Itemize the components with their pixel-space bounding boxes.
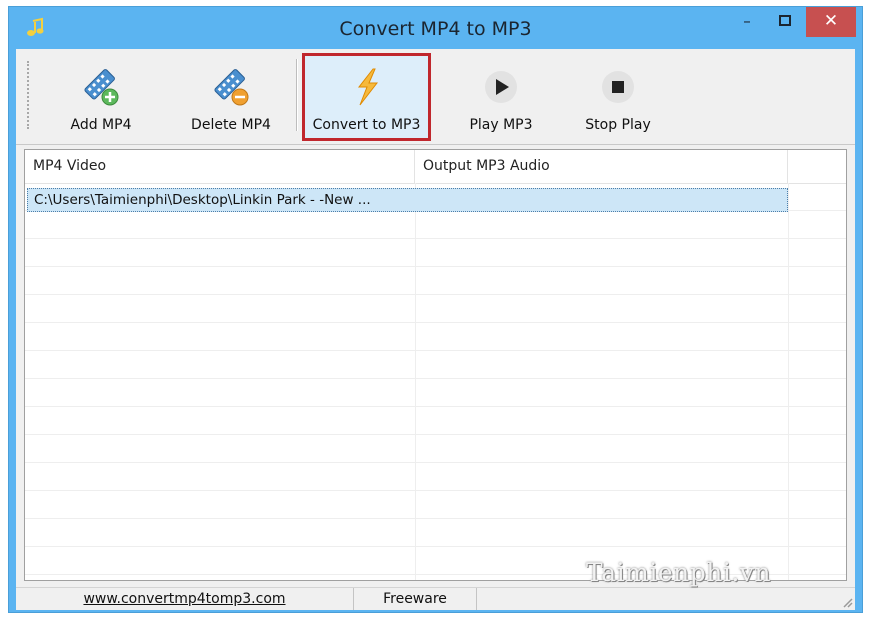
table-row xyxy=(25,351,846,379)
app-window: Convert MP4 to MP3 – ✕ Add MP4 Delete MP… xyxy=(8,6,863,613)
list-header: MP4 Video Output MP3 Audio xyxy=(25,150,846,184)
status-bar: www.convertmp4tomp3.com Freeware xyxy=(16,587,855,610)
stop-icon xyxy=(602,71,634,103)
table-row xyxy=(25,295,846,323)
stop-play-label: Stop Play xyxy=(585,117,651,133)
delete-mp4-button[interactable]: Delete MP4 xyxy=(176,53,286,141)
column-header-mp4-video[interactable]: MP4 Video xyxy=(25,150,415,183)
website-link[interactable]: www.convertmp4tomp3.com xyxy=(83,591,285,607)
selected-file-row[interactable]: C:\Users\Taimienphi\Desktop\Linkin Park … xyxy=(27,188,788,212)
play-mp3-label: Play MP3 xyxy=(469,117,533,133)
title-bar[interactable]: Convert MP4 to MP3 – ✕ xyxy=(9,7,862,49)
play-mp3-button[interactable]: Play MP3 xyxy=(446,53,556,141)
convert-to-mp3-button[interactable]: Convert to MP3 xyxy=(302,53,431,141)
table-row xyxy=(25,211,846,239)
column-header-output-mp3[interactable]: Output MP3 Audio xyxy=(415,150,788,183)
license-panel: Freeware xyxy=(354,588,477,610)
table-row xyxy=(25,239,846,267)
convert-to-mp3-label: Convert to MP3 xyxy=(312,117,421,133)
play-icon xyxy=(485,71,517,103)
table-row xyxy=(25,463,846,491)
resize-grip-icon[interactable] xyxy=(841,596,853,608)
toolbar-grip[interactable] xyxy=(27,61,31,129)
table-row xyxy=(25,323,846,351)
minimize-button[interactable]: – xyxy=(731,7,763,37)
table-row xyxy=(25,491,846,519)
stop-play-button[interactable]: Stop Play xyxy=(563,53,673,141)
output-mp3-cell xyxy=(416,189,786,211)
toolbar-separator xyxy=(296,59,298,131)
client-area: Add MP4 Delete MP4 Convert to MP3 Play M… xyxy=(16,49,855,610)
toolbar: Add MP4 Delete MP4 Convert to MP3 Play M… xyxy=(16,49,855,145)
film-delete-icon xyxy=(214,69,249,106)
table-row xyxy=(25,435,846,463)
table-row xyxy=(25,407,846,435)
lightning-icon xyxy=(357,68,378,106)
film-add-icon xyxy=(84,69,119,106)
maximize-button[interactable] xyxy=(769,7,801,37)
website-panel: www.convertmp4tomp3.com xyxy=(16,588,354,610)
delete-mp4-label: Delete MP4 xyxy=(191,117,271,133)
add-mp4-label: Add MP4 xyxy=(70,117,132,133)
watermark: Taimienphi.vn xyxy=(586,558,772,587)
file-list[interactable]: MP4 Video Output MP3 Audio C:\Users\Taim… xyxy=(24,149,847,581)
close-button[interactable]: ✕ xyxy=(806,7,856,37)
mp4-video-cell: C:\Users\Taimienphi\Desktop\Linkin Park … xyxy=(34,192,371,208)
maximize-icon xyxy=(779,15,791,26)
table-row xyxy=(25,267,846,295)
table-row xyxy=(25,379,846,407)
add-mp4-button[interactable]: Add MP4 xyxy=(46,53,156,141)
table-row xyxy=(25,519,846,547)
